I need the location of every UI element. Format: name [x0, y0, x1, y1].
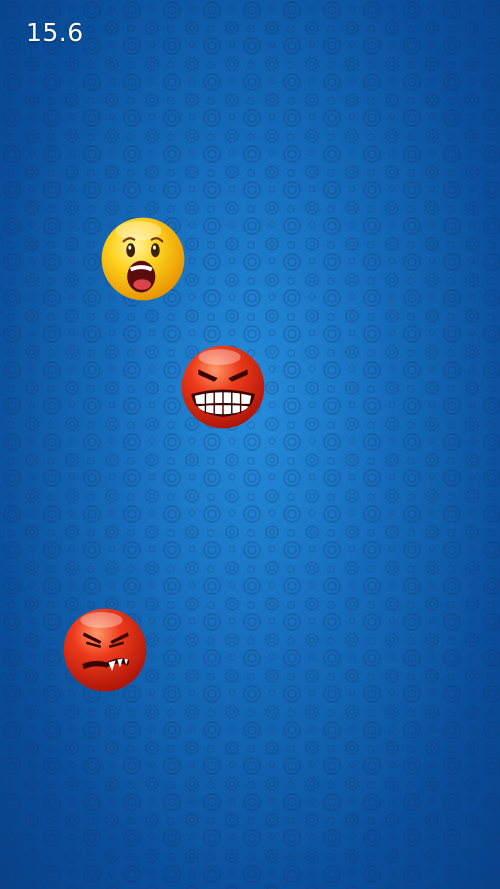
spiral-background-pattern [0, 0, 500, 889]
shocked-face-icon[interactable] [99, 215, 187, 303]
timer-readout: 15.6 [26, 18, 84, 47]
game-board[interactable]: 15.6 [0, 0, 500, 889]
grinning-angry-face-icon[interactable] [179, 343, 267, 431]
snarling-angry-face-icon[interactable] [61, 606, 149, 694]
